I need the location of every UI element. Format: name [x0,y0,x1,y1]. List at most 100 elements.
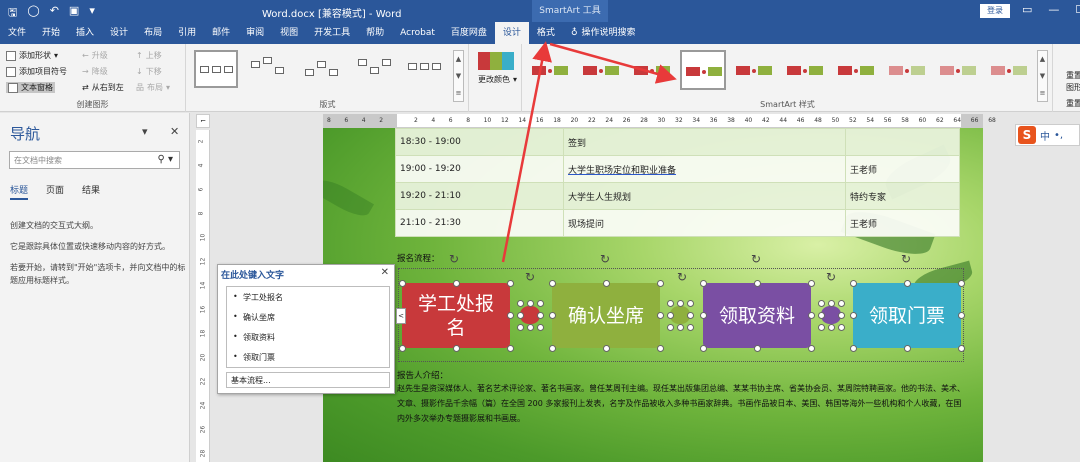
table-cell[interactable]: 大学生职场定位和职业准备 [563,155,846,183]
resize-handle[interactable] [838,300,845,307]
save-icon[interactable]: 🖫 [8,4,17,23]
layout-alternating-flow[interactable] [300,50,344,88]
smartart-style-option[interactable] [578,50,624,90]
resize-handle[interactable] [828,300,835,307]
rotate-handle-icon[interactable]: ↻ [525,270,535,284]
list-item[interactable]: 确认坐席 [233,312,275,323]
tab-design[interactable]: 设计 [102,22,136,44]
login-button[interactable]: 登录 [980,4,1010,18]
tab-review[interactable]: 审阅 [238,22,272,44]
table-cell[interactable]: 现场提问 [563,209,846,237]
close-icon[interactable]: ✕ [170,125,179,138]
add-bullet-button[interactable]: 添加项目符号 [6,66,67,77]
resize-handle[interactable] [687,312,694,319]
resize-handle[interactable] [850,280,857,287]
ime-punct[interactable]: •, [1054,130,1063,141]
smartart-step-2[interactable]: 确认坐席 [552,283,660,348]
minimize-icon[interactable]: — [1048,3,1059,16]
nav-tab-results[interactable]: 结果 [82,183,100,200]
schedule-table[interactable]: 18:30 - 19:00 签到 19:00 - 19:20 大学生职场定位和职… [395,128,960,237]
tab-selector[interactable]: ⌐ [196,114,210,128]
resize-handle[interactable] [507,345,514,352]
resize-handle[interactable] [754,280,761,287]
layouts-gallery-scroll[interactable]: ▲ ▼ ≡ [453,50,464,102]
undo-icon[interactable]: ↶ [50,4,59,23]
ime-toolbar[interactable]: S 中 •, [1015,124,1080,146]
table-cell[interactable]: 签到 [563,128,846,156]
text-pane-button[interactable]: 文本窗格 [6,82,55,93]
resize-handle[interactable] [667,312,674,319]
resize-handle[interactable] [958,312,965,319]
tab-home[interactable]: 开始 [34,22,68,44]
right-to-left-button[interactable]: ⇄ 从右到左 [82,82,124,93]
rotate-handle-icon[interactable]: ↻ [901,252,911,266]
tab-insert[interactable]: 插入 [68,22,102,44]
table-cell[interactable] [845,128,960,156]
smartart-style-option[interactable] [935,50,981,90]
add-shape-button[interactable]: 添加形状 ▾ [6,50,58,61]
smartart-step-3[interactable]: 领取资料 [703,283,811,348]
resize-handle[interactable] [818,300,825,307]
layout-segmented-process[interactable] [353,50,397,88]
resize-handle[interactable] [507,280,514,287]
nav-search-input[interactable]: 在文档中搜索 ⚲ ▾ [9,151,180,169]
resize-handle[interactable] [808,312,815,319]
rotate-handle-icon[interactable]: ↻ [751,252,761,266]
resize-handle[interactable] [549,280,556,287]
resize-handle[interactable] [677,324,684,331]
resize-handle[interactable] [657,312,664,319]
resize-handle[interactable] [517,324,524,331]
resize-handle[interactable] [537,312,544,319]
smartart-style-option[interactable] [833,50,879,90]
touch-mode-icon[interactable]: ▣ [69,4,79,23]
reset-graphic-button[interactable]: 重置 [1066,70,1080,81]
resize-handle[interactable] [549,345,556,352]
ime-mode[interactable]: 中 [1040,128,1050,143]
resize-handle[interactable] [657,280,664,287]
resize-handle[interactable] [603,345,610,352]
resize-handle[interactable] [549,312,556,319]
resize-handle[interactable] [838,312,845,319]
resize-handle[interactable] [687,324,694,331]
smartart-step-4[interactable]: 领取门票 [853,283,961,348]
layout-basic-process[interactable] [194,50,238,88]
resize-handle[interactable] [838,324,845,331]
tab-acrobat[interactable]: Acrobat [392,22,443,44]
search-icon[interactable]: ⚲ ▾ [157,154,173,165]
rotate-handle-icon[interactable]: ↻ [600,252,610,266]
demote-button[interactable]: → 降级 [82,66,108,77]
layout-dropdown[interactable]: 品布局 ▾ [136,82,170,93]
customize-icon[interactable]: ▾ [89,4,95,23]
resize-handle[interactable] [958,345,965,352]
resize-handle[interactable] [453,280,460,287]
smartart-style-option[interactable] [782,50,828,90]
nav-tab-headings[interactable]: 标题 [10,183,29,200]
move-up-button[interactable]: ↑ 上移 [136,50,162,61]
resize-handle[interactable] [818,312,825,319]
resize-handle[interactable] [667,324,674,331]
smartart-style-option[interactable] [629,50,675,90]
resize-handle[interactable] [828,324,835,331]
horizontal-ruler[interactable]: 8 6 4 2 2 4 6 8 10 12 14 16 18 20 22 24 26 28 30 32 34 36 38 40… [323,114,996,128]
tab-file[interactable]: 文件 [0,22,34,44]
table-cell[interactable]: 19:20 - 21:10 [395,182,564,210]
tab-references[interactable]: 引用 [170,22,204,44]
smartart-style-option[interactable] [527,50,573,90]
smartart-style-option[interactable] [731,50,777,90]
sogou-logo-icon[interactable]: S [1018,126,1036,144]
tab-layout[interactable]: 布局 [136,22,170,44]
change-colors-icon[interactable] [478,52,514,70]
resize-handle[interactable] [700,280,707,287]
resize-handle[interactable] [850,312,857,319]
resize-handle[interactable] [700,312,707,319]
tab-help[interactable]: 帮助 [358,22,392,44]
maximize-icon[interactable]: ☐ [1075,3,1080,16]
resize-handle[interactable] [657,345,664,352]
tab-baidu-netdisk[interactable]: 百度网盘 [443,22,495,44]
table-cell[interactable]: 大学生人生规划 [563,182,846,210]
resize-handle[interactable] [700,345,707,352]
tab-mailings[interactable]: 邮件 [204,22,238,44]
resize-handle[interactable] [527,324,534,331]
smartart-style-option[interactable] [986,50,1032,90]
tab-developer[interactable]: 开发工具 [306,22,358,44]
